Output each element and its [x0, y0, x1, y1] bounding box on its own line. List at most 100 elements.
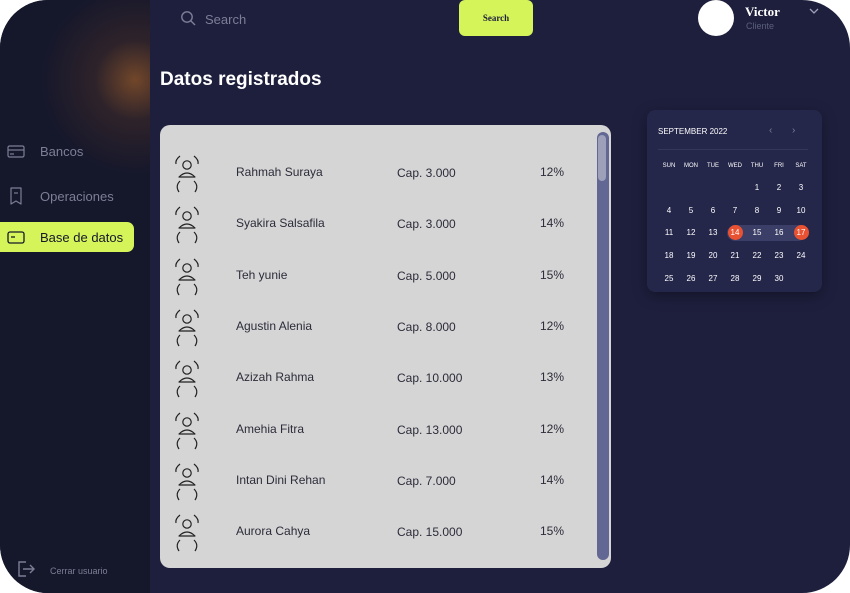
row-name: Teh yunie [236, 267, 288, 282]
sidebar-item-label: Bancos [40, 144, 84, 159]
calendar-day[interactable]: 23 [768, 248, 790, 264]
calendar-day[interactable]: 1 [746, 180, 768, 196]
calendar-day[interactable]: 20 [702, 248, 724, 264]
calendar-day[interactable]: 27 [702, 271, 724, 287]
row-name: Rahmah Suraya [236, 165, 323, 179]
calendar-day[interactable]: 19 [680, 248, 702, 264]
calendar-day[interactable]: 10 [790, 203, 812, 219]
row-capital: Cap. 15.000 [397, 525, 463, 540]
sidebar-item-base-de-datos[interactable]: Base de datos [0, 222, 134, 252]
row-percentage: 15% [540, 267, 565, 282]
calendar-day[interactable]: 15 [746, 225, 768, 241]
calendar-prev-button[interactable]: ‹ [769, 125, 772, 136]
calendar-day[interactable]: 29 [746, 271, 768, 287]
calendar-day[interactable]: 21 [724, 248, 746, 264]
calendar-day[interactable]: 13 [702, 225, 724, 241]
chevron-down-icon[interactable] [808, 6, 820, 16]
calendar-day-number: 8 [754, 205, 760, 215]
row-name: Azizah Rahma [236, 370, 315, 385]
table-row[interactable]: Intan Dini Rehan Cap. 7.000 14% [160, 463, 600, 516]
row-name: Syakira Salsafila [236, 216, 325, 231]
calendar-weekday: MON [684, 163, 698, 169]
calendar-day[interactable]: 7 [724, 203, 746, 219]
row-percentage: 15% [540, 524, 565, 539]
row-percentage: 13% [540, 370, 565, 385]
search-input[interactable] [205, 8, 425, 30]
calendar-day[interactable]: 12 [680, 225, 702, 241]
calendar-day-number: 6 [710, 205, 716, 215]
calendar-day[interactable]: 16 [768, 225, 790, 241]
calendar-day-number: 12 [686, 228, 696, 238]
calendar-day-number: 18 [664, 251, 674, 261]
calendar-day[interactable]: 2 [768, 180, 790, 196]
scrollbar[interactable] [597, 132, 609, 560]
row-percentage: 12% [540, 421, 565, 436]
table-row[interactable]: Aurora Cahya Cap. 15.000 15% [160, 514, 600, 567]
calendar-day-number: 22 [752, 251, 762, 261]
sidebar-item-label: Operaciones [40, 189, 114, 204]
calendar-day[interactable]: 28 [724, 271, 746, 287]
logout-button[interactable]: Cerrar usuario [16, 560, 108, 583]
calendar-day[interactable]: 25 [658, 271, 680, 287]
calendar-day[interactable]: 24 [790, 248, 812, 264]
calendar-day-number: 7 [732, 205, 738, 215]
calendar-divider [658, 149, 808, 150]
calendar-title: SEPTEMBER 2022 [658, 127, 728, 136]
search-button[interactable]: Search [459, 0, 533, 36]
calendar-day-number: 24 [796, 251, 806, 261]
calendar-day[interactable]: 30 [768, 271, 790, 287]
calendar-day-number: 2 [776, 183, 782, 192]
app-window: Bancos Operaciones Base de datos Cerrar … [0, 0, 850, 593]
person-icon [175, 206, 199, 244]
calendar-day[interactable]: 9 [768, 203, 790, 219]
calendar-day-number: 9 [776, 205, 782, 215]
calendar-day[interactable]: 4 [658, 203, 680, 219]
calendar-day[interactable]: 3 [790, 180, 812, 196]
row-name: Agustin Alenia [236, 318, 313, 333]
row-capital: Cap. 8.000 [397, 319, 456, 334]
calendar-next-button[interactable]: › [792, 125, 795, 136]
sidebar-item-bancos[interactable]: Bancos [0, 136, 134, 166]
user-role: Cliente [746, 21, 775, 31]
calendar-day-number: 10 [796, 205, 806, 215]
avatar[interactable] [698, 0, 734, 36]
calendar-day-selected[interactable]: 17 [790, 225, 812, 241]
logout-label: Cerrar usuario [50, 566, 108, 576]
row-capital: Cap. 10.000 [397, 371, 463, 386]
person-icon [175, 514, 199, 552]
calendar-day-number: 30 [774, 273, 784, 283]
table-row[interactable]: Amehia Fitra Cap. 13.000 12% [160, 412, 600, 465]
table-row[interactable]: Azizah Rahma Cap. 10.000 13% [160, 360, 600, 413]
calendar-day-number: 15 [752, 228, 762, 238]
calendar-day-number: 20 [708, 251, 718, 261]
calendar: SEPTEMBER 2022 ‹ › SUN MON TUE WED THU FRI SAT… [647, 110, 822, 292]
person-icon [175, 412, 199, 449]
calendar-day-number: 14 [727, 225, 743, 241]
page-title: Datos registrados [160, 69, 322, 90]
calendar-day[interactable]: 18 [658, 248, 680, 264]
row-percentage: 12% [540, 165, 565, 179]
bank-card-icon [7, 145, 25, 158]
scrollbar-thumb[interactable] [598, 135, 606, 181]
calendar-day-selected[interactable]: 14 [724, 225, 746, 241]
person-icon [175, 463, 199, 501]
sidebar-item-operaciones[interactable]: Operaciones [0, 181, 134, 211]
calendar-day[interactable]: 5 [680, 203, 702, 219]
calendar-day[interactable]: 26 [680, 271, 702, 287]
calendar-day-number: 3 [798, 183, 804, 192]
calendar-day[interactable]: 22 [746, 248, 768, 264]
calendar-day[interactable]: 8 [746, 203, 768, 219]
table-row[interactable]: Rahmah Suraya Cap. 3.000 12% [160, 155, 600, 208]
calendar-day-number: 19 [686, 251, 696, 261]
calendar-day-number: 25 [664, 273, 674, 283]
calendar-weekday: SAT [795, 163, 807, 169]
calendar-day-number: 29 [752, 273, 762, 283]
row-capital: Cap. 13.000 [397, 422, 463, 437]
table-row[interactable]: Teh yunie Cap. 5.000 15% [160, 258, 600, 311]
calendar-day[interactable]: 11 [658, 225, 680, 241]
logout-icon [18, 561, 35, 577]
calendar-day[interactable]: 6 [702, 203, 724, 219]
table-row[interactable]: Syakira Salsafila Cap. 3.000 14% [160, 206, 600, 259]
calendar-day-number: 1 [754, 183, 760, 192]
table-row[interactable]: Agustin Alenia Cap. 8.000 12% [160, 309, 600, 362]
